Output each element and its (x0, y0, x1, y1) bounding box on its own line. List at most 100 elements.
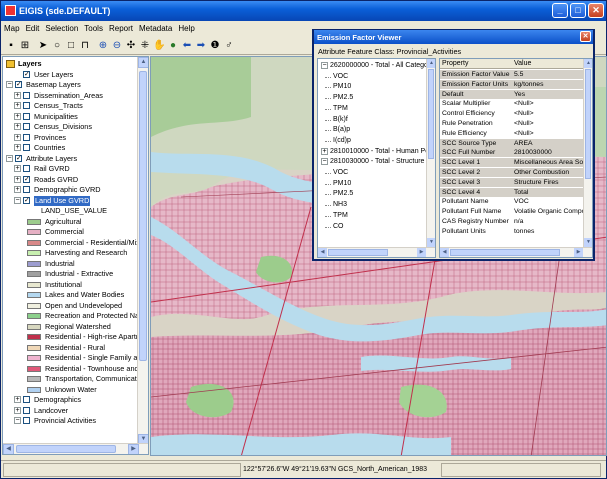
toc-node-provincial-activities[interactable]: − Provincial Activities (3, 416, 138, 426)
property-row-pollutant-full-name[interactable]: Pollutant Full Name Volatile Organic Comp… (440, 207, 584, 216)
collapse-icon[interactable]: − (321, 62, 328, 69)
scroll-right-icon[interactable]: ▶ (417, 248, 426, 257)
maximize-button[interactable]: □ (570, 3, 586, 18)
pollutant-node[interactable]: B(k)f (318, 115, 426, 125)
circle-icon[interactable]: ○ (51, 40, 63, 52)
toc-node-countries[interactable]: + Countries (3, 143, 138, 153)
layer-checkbox[interactable] (23, 102, 30, 109)
toc-node-census-divisions[interactable]: + Census_Divisions (3, 122, 138, 132)
expand-icon[interactable]: + (14, 102, 21, 109)
pollutant-node[interactable]: TPM (318, 104, 426, 114)
collapse-icon[interactable]: − (6, 81, 13, 88)
expand-icon[interactable]: + (14, 406, 21, 414)
toc-horizontal-scrollbar[interactable]: ◀ ▶ (3, 443, 148, 454)
toc-node-layers[interactable]: Layers (3, 59, 138, 69)
property-row-scc-level-2[interactable]: SCC Level 2 Other Combustion (440, 168, 583, 177)
toc-node-provinces[interactable]: + Provinces (3, 133, 138, 143)
toc-node-dissemination-areas[interactable]: + Dissemination_Areas (3, 91, 138, 101)
collapse-icon[interactable]: − (321, 158, 328, 166)
property-row-pollutant-units[interactable]: Pollutant Units tonnes (440, 227, 583, 236)
title-bar[interactable]: EIGIS (sde.DEFAULT) _ □ ✕ (1, 1, 606, 21)
expand-icon[interactable]: + (14, 123, 21, 130)
pollutant-node[interactable]: VOC (318, 72, 426, 82)
property-row-scc-full-number[interactable]: SCC Full Number 2810030000 (440, 148, 583, 158)
efv-title-bar[interactable]: Emission Factor Viewer ✕ (314, 30, 593, 44)
full-extent-icon[interactable]: ✣ (125, 40, 137, 52)
toc-node-landcover[interactable]: + Landcover (3, 406, 138, 416)
expand-icon[interactable]: + (321, 147, 328, 155)
add-data-icon[interactable]: ⊞ (19, 40, 31, 52)
layer-checkbox[interactable]: ✓ (15, 81, 22, 88)
pollutant-node[interactable]: PM10 (318, 179, 426, 189)
collapse-icon[interactable]: − (14, 196, 21, 204)
scroll-right-icon[interactable]: ▶ (574, 248, 583, 257)
scroll-up-icon[interactable]: ▲ (584, 59, 592, 68)
property-row-pollutant-name[interactable]: Pollutant Name VOC (440, 197, 583, 206)
pollutant-node[interactable]: PM2.5 (318, 189, 426, 199)
scroll-left-icon[interactable]: ◀ (318, 248, 327, 257)
zoom-out-icon[interactable]: ⊖ (111, 40, 123, 52)
expand-icon[interactable]: + (14, 165, 21, 172)
toc-node-census-tracts[interactable]: + Census_Tracts (3, 101, 138, 111)
layer-checkbox[interactable] (23, 165, 30, 172)
property-row-cas-registry-number[interactable]: CAS Registry Number n/a (440, 217, 583, 226)
scroll-thumb[interactable] (585, 69, 591, 179)
property-row-control-efficiency[interactable]: Control Efficiency <Null> (440, 109, 583, 118)
layer-checkbox[interactable]: ✓ (23, 196, 30, 204)
pollutant-node[interactable]: PM10 (318, 82, 426, 92)
expand-icon[interactable]: + (14, 396, 21, 403)
property-row-scc-source-type[interactable]: SCC Source Type AREA (440, 138, 583, 148)
polygon-icon[interactable]: ⊓ (79, 40, 91, 52)
toc-node-land-use-gvrd[interactable]: − ✓ Land Use GVRD (3, 195, 138, 206)
scroll-down-icon[interactable]: ▼ (584, 238, 592, 247)
scroll-right-icon[interactable]: ▶ (128, 444, 139, 454)
layer-checkbox[interactable]: ✓ (15, 154, 22, 162)
layer-checkbox[interactable] (23, 133, 30, 141)
layer-checkbox[interactable] (23, 112, 30, 120)
scroll-up-icon[interactable]: ▲ (138, 57, 148, 68)
globe-icon[interactable]: ● (167, 40, 179, 52)
property-row-rule-penetration[interactable]: Rule Penetration <Null> (440, 119, 583, 128)
scroll-down-icon[interactable]: ▼ (427, 238, 435, 247)
efv-props-hscroll[interactable]: ◀ ▶ (440, 247, 592, 257)
scc-node[interactable]: −2620000000 - Total - All Categor (318, 61, 430, 71)
menu-report[interactable]: Report (106, 22, 136, 35)
toc-vertical-scrollbar[interactable]: ▲ ▼ (137, 57, 148, 445)
menu-metadata[interactable]: Metadata (136, 22, 175, 35)
efv-tree-vscroll[interactable]: ▲ ▼ (426, 59, 435, 247)
menu-edit[interactable]: Edit (23, 22, 43, 35)
pointer-icon[interactable]: ➤ (37, 40, 49, 52)
find-icon[interactable]: ♂ (223, 40, 235, 52)
collapse-icon[interactable]: − (14, 417, 21, 424)
toc-node-user-layers[interactable]: ✓ User Layers (3, 70, 138, 80)
toc-node-attribute-layers[interactable]: − ✓ Attribute Layers (3, 154, 138, 164)
expand-icon[interactable]: + (14, 112, 21, 120)
layer-checkbox[interactable] (23, 417, 30, 424)
layer-checkbox[interactable] (23, 144, 30, 151)
collapse-icon[interactable]: − (6, 154, 13, 162)
pan-icon[interactable]: ✋ (153, 40, 165, 52)
property-row-emission-factor-value[interactable]: Emission Factor Value 5.5 (440, 70, 583, 79)
property-row-emission-factor-units[interactable]: Emission Factor Units kg/tonnes (440, 79, 583, 89)
rectangle-icon[interactable]: □ (65, 40, 77, 52)
property-row-rule-efficiency[interactable]: Rule Efficiency <Null> (440, 129, 583, 138)
layer-checkbox[interactable] (23, 91, 30, 99)
layer-checkbox[interactable]: ✓ (23, 175, 30, 183)
property-row-scc-level-1[interactable]: SCC Level 1 Miscellaneous Area Source (440, 158, 584, 168)
expand-icon[interactable]: + (14, 186, 21, 193)
pollutant-node[interactable]: VOC (318, 168, 426, 178)
menu-selection[interactable]: Selection (42, 22, 81, 35)
layer-checkbox[interactable] (23, 396, 30, 403)
property-row-default[interactable]: Default Yes (440, 89, 583, 99)
property-row-scc-level-3[interactable]: SCC Level 3 Structure Fires (440, 177, 583, 187)
scc-node[interactable]: −2810030000 - Total - Structure F (318, 157, 431, 167)
back-icon[interactable]: ⬅ (181, 40, 193, 52)
scroll-thumb[interactable] (428, 69, 434, 159)
pollutant-node[interactable]: I(cd)p (318, 136, 426, 146)
property-row-scalar-multiplier[interactable]: Scalar Multiplier <Null> (440, 99, 583, 108)
efv-props-vscroll[interactable]: ▲ ▼ (583, 59, 592, 247)
minimize-button[interactable]: _ (552, 3, 568, 18)
pollutant-node[interactable]: CO (318, 222, 426, 232)
menu-tools[interactable]: Tools (81, 22, 106, 35)
property-column-header[interactable]: Property (442, 59, 468, 69)
